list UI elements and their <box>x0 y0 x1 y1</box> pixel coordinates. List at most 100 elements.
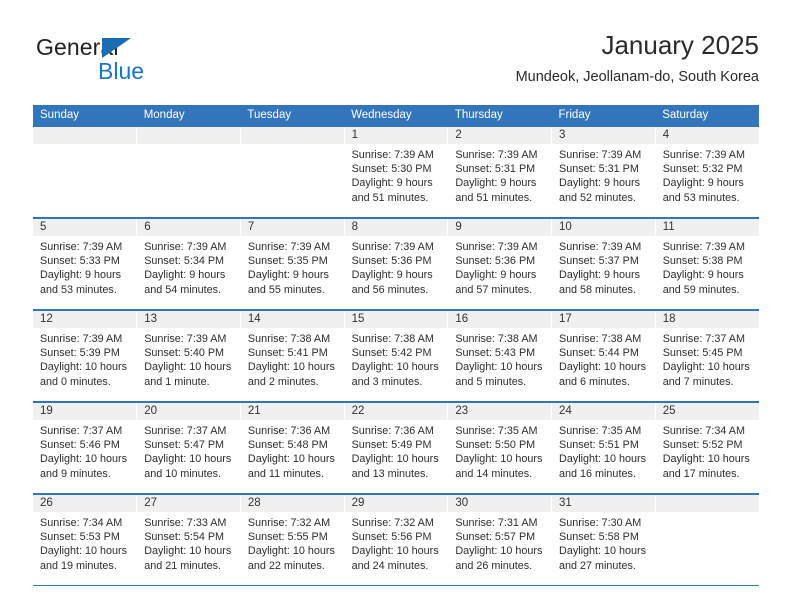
sunset-text: Sunset: 5:51 PM <box>559 439 639 452</box>
sunrise-text: Sunrise: 7:37 AM <box>40 425 123 437</box>
calendar-page: General Blue January 2025 Mundeok, Jeoll… <box>0 0 792 612</box>
daylight-text: Daylight: 10 hours and 21 minutes. <box>144 545 232 572</box>
sunrise-text: Sunrise: 7:38 AM <box>247 333 331 345</box>
calendar-day-cell[interactable]: 25 Sunrise: 7:34 AM Sunset: 5:52 PM Dayligh… <box>655 402 759 495</box>
sunset-text: Sunset: 5:42 PM <box>351 347 432 360</box>
sunset-text: Sunset: 5:39 PM <box>40 347 120 360</box>
calendar-day-cell[interactable]: 12 Sunrise: 7:39 AM Sunset: 5:39 PM Dayligh… <box>33 310 138 403</box>
sunset-text: Sunset: 5:55 PM <box>247 531 328 544</box>
calendar-day-cell[interactable]: 22 Sunrise: 7:36 AM Sunset: 5:49 PM Dayligh… <box>344 402 449 495</box>
calendar-day-cell[interactable]: 27 Sunrise: 7:33 AM Sunset: 5:54 PM Dayligh… <box>136 494 241 586</box>
calendar-day-cell[interactable]: 23 Sunrise: 7:35 AM Sunset: 5:50 PM Dayligh… <box>447 402 553 495</box>
calendar-day-cell[interactable]: 21 Sunrise: 7:36 AM Sunset: 5:48 PM Dayligh… <box>240 402 345 495</box>
daylight-text: Daylight: 9 hours and 55 minutes. <box>247 269 329 296</box>
location-subtitle: Mundeok, Jeollanam-do, South Korea <box>515 69 759 85</box>
calendar-day-cell[interactable]: 13 Sunrise: 7:39 AM Sunset: 5:40 PM Dayligh… <box>136 310 241 403</box>
calendar-day-cell[interactable]: 18 Sunrise: 7:37 AM Sunset: 5:45 PM Dayligh… <box>655 310 759 403</box>
day-number: 25 <box>655 403 759 420</box>
sunrise-text: Sunrise: 7:32 AM <box>247 517 331 529</box>
sunrise-text: Sunrise: 7:39 AM <box>559 241 642 253</box>
day-details: Sunrise: 7:34 AM Sunset: 5:52 PM Daylight:… <box>656 420 759 481</box>
sunset-text: Sunset: 5:47 PM <box>144 439 225 452</box>
day-number: 30 <box>448 495 552 512</box>
calendar-day-cell[interactable]: 16 Sunrise: 7:38 AM Sunset: 5:43 PM Dayligh… <box>447 310 553 403</box>
calendar-day-cell[interactable]: 4 Sunrise: 7:39 AM Sunset: 5:32 PM Daylight… <box>655 127 759 219</box>
calendar-day-cell[interactable]: 10 Sunrise: 7:39 AM Sunset: 5:37 PM Dayligh… <box>551 218 656 311</box>
sunset-text: Sunset: 5:48 PM <box>247 439 328 452</box>
daylight-text: Daylight: 10 hours and 14 minutes. <box>455 453 543 480</box>
sunrise-text: Sunrise: 7:31 AM <box>455 517 538 529</box>
day-number: 10 <box>552 219 655 236</box>
weekday-header-monday: Monday <box>136 105 241 127</box>
day-number: 15 <box>344 311 448 328</box>
calendar-table: Sunday Monday Tuesday Wednesday Thursday Frid… <box>33 105 759 586</box>
calendar-day-cell[interactable]: 31 Sunrise: 7:30 AM Sunset: 5:58 PM Dayligh… <box>551 494 656 586</box>
day-details: Sunrise: 7:35 AM Sunset: 5:50 PM Daylight:… <box>448 420 551 481</box>
sunrise-text: Sunrise: 7:36 AM <box>247 425 331 437</box>
daylight-text: Daylight: 10 hours and 22 minutes. <box>247 545 335 572</box>
daylight-text: Daylight: 10 hours and 6 minutes. <box>559 361 647 388</box>
calendar-day-cell[interactable]: 15 Sunrise: 7:38 AM Sunset: 5:42 PM Dayligh… <box>344 310 449 403</box>
day-number: 12 <box>33 311 137 328</box>
weekday-header-sunday: Sunday <box>33 105 137 127</box>
calendar-day-cell[interactable]: 8 Sunrise: 7:39 AM Sunset: 5:36 PM Daylight… <box>344 218 449 311</box>
daylight-text: Daylight: 9 hours and 59 minutes. <box>662 269 744 296</box>
calendar-day-cell[interactable]: 9 Sunrise: 7:39 AM Sunset: 5:36 PM Daylight… <box>447 218 553 311</box>
weekday-header-friday: Friday <box>551 105 656 127</box>
calendar-day-cell[interactable]: 20 Sunrise: 7:37 AM Sunset: 5:47 PM Dayligh… <box>136 402 241 495</box>
daylight-text: Daylight: 9 hours and 53 minutes. <box>40 269 122 296</box>
calendar-day-cell[interactable]: 28 Sunrise: 7:32 AM Sunset: 5:55 PM Dayligh… <box>240 494 345 586</box>
logo-triangle-icon <box>102 38 131 58</box>
calendar-day-cell[interactable]: 30 Sunrise: 7:31 AM Sunset: 5:57 PM Dayligh… <box>447 494 553 586</box>
daylight-text: Daylight: 10 hours and 26 minutes. <box>455 545 543 572</box>
day-number: 26 <box>33 495 137 512</box>
sunset-text: Sunset: 5:49 PM <box>351 439 432 452</box>
calendar-day-cell[interactable]: 24 Sunrise: 7:35 AM Sunset: 5:51 PM Dayligh… <box>551 402 656 495</box>
day-number <box>655 495 759 512</box>
daylight-text: Daylight: 10 hours and 3 minutes. <box>351 361 439 388</box>
calendar-day-cell[interactable]: 1 Sunrise: 7:39 AM Sunset: 5:30 PM Daylight… <box>344 127 449 219</box>
sunset-text: Sunset: 5:46 PM <box>40 439 120 452</box>
calendar-day-cell[interactable]: 14 Sunrise: 7:38 AM Sunset: 5:41 PM Dayligh… <box>240 310 345 403</box>
day-details: Sunrise: 7:38 AM Sunset: 5:43 PM Daylight:… <box>448 328 551 389</box>
calendar-day-cell[interactable]: 17 Sunrise: 7:38 AM Sunset: 5:44 PM Dayligh… <box>551 310 656 403</box>
day-number: 9 <box>448 219 552 236</box>
calendar-week-row: 12 Sunrise: 7:39 AM Sunset: 5:39 PM Dayligh… <box>33 310 759 403</box>
calendar-day-cell[interactable]: 5 Sunrise: 7:39 AM Sunset: 5:33 PM Daylight… <box>33 218 138 311</box>
sunset-text: Sunset: 5:38 PM <box>662 255 743 268</box>
calendar-week-row: 1 Sunrise: 7:39 AM Sunset: 5:30 PM Daylight… <box>33 127 759 219</box>
title-block: January 2025 Mundeok, Jeollanam-do, Sout… <box>516 28 759 88</box>
calendar-day-cell[interactable]: 26 Sunrise: 7:34 AM Sunset: 5:53 PM Dayligh… <box>33 494 138 586</box>
day-details: Sunrise: 7:39 AM Sunset: 5:37 PM Daylight:… <box>552 236 655 297</box>
day-details: Sunrise: 7:39 AM Sunset: 5:31 PM Daylight:… <box>552 144 655 205</box>
day-details: Sunrise: 7:33 AM Sunset: 5:54 PM Daylight:… <box>137 512 240 573</box>
daylight-text: Daylight: 10 hours and 13 minutes. <box>351 453 439 480</box>
calendar-day-cell[interactable]: 11 Sunrise: 7:39 AM Sunset: 5:38 PM Dayligh… <box>655 218 759 311</box>
calendar-cell-empty <box>33 127 138 219</box>
calendar-day-cell[interactable]: 2 Sunrise: 7:39 AM Sunset: 5:31 PM Daylight… <box>447 127 553 219</box>
calendar-cell-empty <box>240 127 345 219</box>
sunrise-text: Sunrise: 7:38 AM <box>455 333 538 345</box>
calendar-day-cell[interactable]: 3 Sunrise: 7:39 AM Sunset: 5:31 PM Daylight… <box>551 127 656 219</box>
logo-word-blue: Blue <box>98 58 145 84</box>
day-number: 1 <box>344 127 448 144</box>
calendar-day-cell[interactable]: 6 Sunrise: 7:39 AM Sunset: 5:34 PM Daylight… <box>136 218 241 311</box>
day-details: Sunrise: 7:38 AM Sunset: 5:41 PM Daylight:… <box>241 328 344 389</box>
daylight-text: Daylight: 10 hours and 27 minutes. <box>559 545 647 572</box>
calendar-day-cell[interactable]: 19 Sunrise: 7:37 AM Sunset: 5:46 PM Dayligh… <box>33 402 138 495</box>
day-details: Sunrise: 7:39 AM Sunset: 5:40 PM Daylight:… <box>137 328 240 389</box>
daylight-text: Daylight: 10 hours and 1 minute. <box>144 361 232 388</box>
day-details: Sunrise: 7:37 AM Sunset: 5:46 PM Daylight:… <box>33 420 136 481</box>
day-number: 23 <box>448 403 552 420</box>
day-number: 4 <box>655 127 759 144</box>
day-number: 16 <box>448 311 552 328</box>
day-number: 7 <box>240 219 344 236</box>
day-details: Sunrise: 7:39 AM Sunset: 5:32 PM Daylight:… <box>656 144 759 205</box>
day-number: 17 <box>552 311 655 328</box>
calendar-day-cell[interactable]: 29 Sunrise: 7:32 AM Sunset: 5:56 PM Dayligh… <box>344 494 449 586</box>
sunrise-text: Sunrise: 7:33 AM <box>144 517 227 529</box>
calendar-day-cell[interactable]: 7 Sunrise: 7:39 AM Sunset: 5:35 PM Daylight… <box>240 218 345 311</box>
day-details: Sunrise: 7:37 AM Sunset: 5:45 PM Daylight:… <box>656 328 759 389</box>
general-blue-logo: General Blue <box>36 34 236 90</box>
day-details: Sunrise: 7:39 AM Sunset: 5:36 PM Daylight:… <box>448 236 551 297</box>
